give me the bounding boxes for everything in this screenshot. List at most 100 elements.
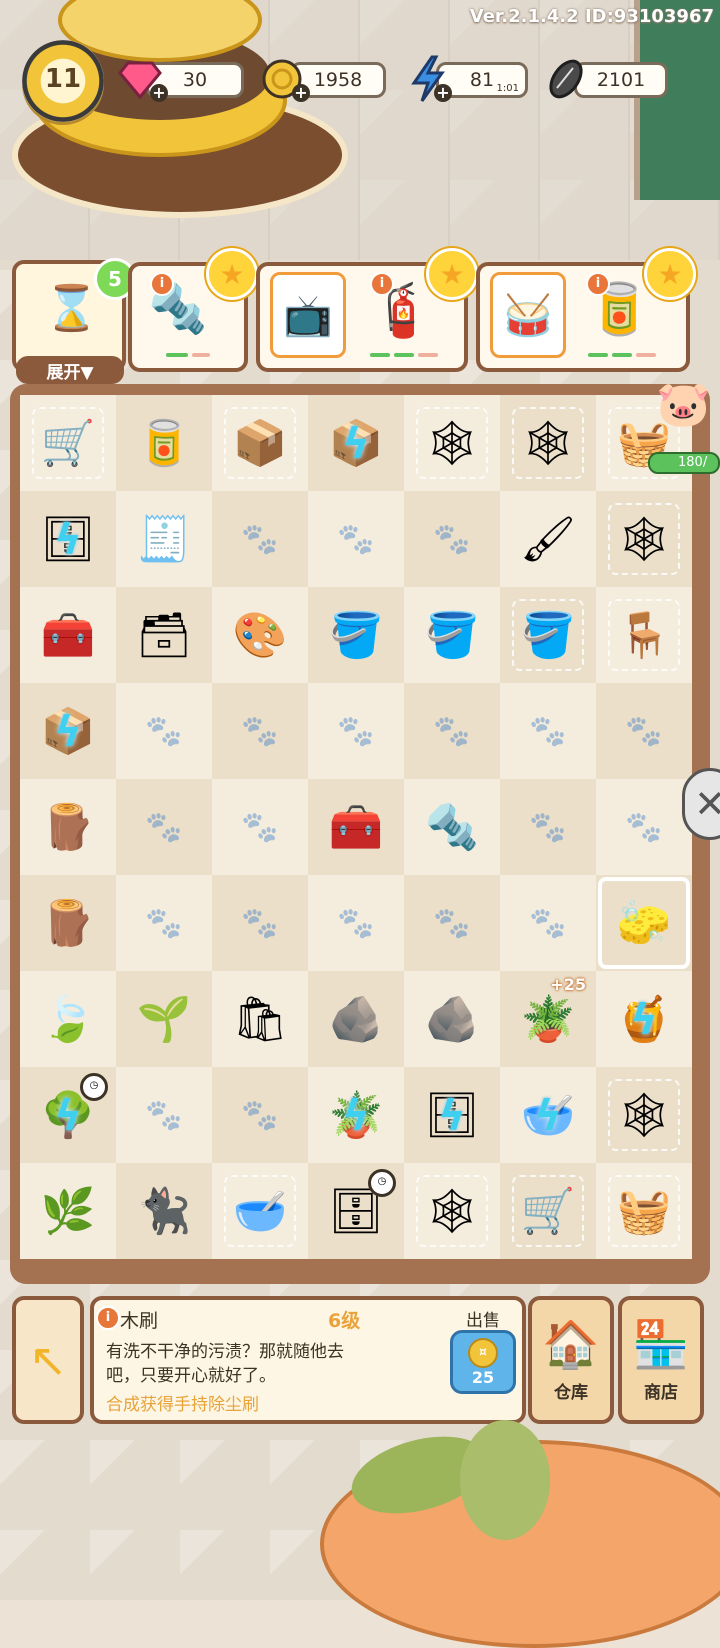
back-arrow-button[interactable]: ↖ — [12, 1296, 84, 1424]
board-cell[interactable]: 🐾 — [404, 491, 500, 587]
cobweb-overlay — [512, 407, 584, 479]
board-cell[interactable]: 🐾 — [212, 491, 308, 587]
add-energy-icon[interactable]: + — [434, 84, 452, 102]
coins-value: 1958 — [313, 69, 363, 91]
board-cell[interactable]: 🐾 — [308, 683, 404, 779]
board-cell[interactable]: 🐾 — [116, 1067, 212, 1163]
plank-icon: 🪵 — [40, 802, 96, 853]
info-icon[interactable]: i — [586, 272, 610, 296]
board-cell[interactable]: 🐈‍⬛ — [116, 1163, 212, 1259]
board-cell[interactable]: 🐾 — [308, 875, 404, 971]
paw-print-icon: 🐾 — [529, 905, 567, 941]
board-cell[interactable]: 🪣 — [308, 587, 404, 683]
board-cell[interactable]: 🍃 — [20, 971, 116, 1067]
version-label: Ver.2.1.4.2 ID:93103967 — [469, 6, 714, 27]
toolbox-icon: 🧰 — [40, 610, 96, 661]
info-icon[interactable]: i — [150, 272, 174, 296]
board-cell[interactable]: 🐾 — [500, 779, 596, 875]
board-cell[interactable]: 🐾 — [116, 875, 212, 971]
board-cell[interactable]: 🔩 — [404, 779, 500, 875]
side-close-icon[interactable]: ✕ — [682, 768, 720, 840]
board-cell[interactable]: 🗄 ϟ — [20, 491, 116, 587]
paw-print-icon: 🐾 — [241, 521, 279, 557]
board-cell[interactable]: 🥣 ϟ — [500, 1067, 596, 1163]
board-cell[interactable]: 🛒 — [500, 1163, 596, 1259]
board-cell[interactable]: 🪣 — [404, 587, 500, 683]
board-cell[interactable]: 🕸 — [596, 1067, 692, 1163]
player-level-badge[interactable]: 11 — [22, 40, 104, 122]
board-cell[interactable]: 🗃 — [116, 587, 212, 683]
board-cell[interactable]: 🪴 +25 — [500, 971, 596, 1067]
board-cell[interactable]: 🌱 — [116, 971, 212, 1067]
board-cell[interactable]: 📦 ϟ — [308, 395, 404, 491]
board-cell[interactable]: 🐾 — [596, 683, 692, 779]
board-cell[interactable]: 🕸 — [404, 1163, 500, 1259]
paw-print-icon: 🐾 — [241, 905, 279, 941]
board-cell[interactable]: 🛍 — [212, 971, 308, 1067]
tray-icon: 🧾 — [136, 514, 192, 565]
board-cell[interactable]: 📦 ϟ — [20, 683, 116, 779]
board-cell[interactable]: 🕸 — [500, 395, 596, 491]
board-cell[interactable]: 🧾 — [116, 491, 212, 587]
board-cell[interactable]: 🐾 — [500, 875, 596, 971]
info-icon[interactable]: i — [370, 272, 394, 296]
board-cell[interactable]: 🧰 — [308, 779, 404, 875]
sell-button[interactable]: ¤ 25 — [450, 1330, 516, 1394]
warehouse-button[interactable]: 🏠 仓库 — [528, 1296, 614, 1424]
board-cell[interactable]: 🪴 ϟ — [308, 1067, 404, 1163]
merge-board: 🛒 🥫 📦 📦 ϟ 🕸 🕸 🧺 🗄 ϟ 🧾 🐾 🐾 🐾 🖌 🕸 🧰 🗃 🎨 🪣 🪣 🪣 🪑 📦 ϟ 🐾 🐾 🐾 🐾 🐾 🐾 🪵 🐾 🐾 🧰 🔩 🐾 🐾 🪵 🐾… — [20, 395, 692, 1260]
board-cell[interactable]: 🪨 — [308, 971, 404, 1067]
board-cell[interactable]: 🧰 — [20, 587, 116, 683]
can-icon: 🥫 — [136, 418, 192, 469]
board-cell[interactable]: 🐾 — [212, 1067, 308, 1163]
board-cell[interactable]: 🌳 ϟ ◷ — [20, 1067, 116, 1163]
item-name: 木刷 — [120, 1310, 159, 1332]
board-cell[interactable]: 🥣 — [212, 1163, 308, 1259]
board-cell[interactable]: 🐾 — [500, 683, 596, 779]
board-cell[interactable]: 🐾 — [212, 875, 308, 971]
leaves-icon: 🍃 — [40, 994, 96, 1045]
board-cell[interactable]: 🥫 — [116, 395, 212, 491]
board-cell[interactable]: 🐾 — [116, 779, 212, 875]
cobweb-overlay — [32, 407, 104, 479]
board-cell[interactable]: 🕸 — [596, 491, 692, 587]
board-cell[interactable]: 🕸 — [404, 395, 500, 491]
expand-orders-button[interactable]: 展开▼ — [16, 356, 124, 384]
board-cell[interactable]: 🪨 — [404, 971, 500, 1067]
board-cell[interactable]: 🧺 — [596, 1163, 692, 1259]
board-cell[interactable]: 🐾 — [308, 491, 404, 587]
board-cell[interactable]: 🐾 — [212, 683, 308, 779]
board-cell[interactable]: 🪵 — [20, 875, 116, 971]
board-cell[interactable]: 🗄 ϟ — [404, 1067, 500, 1163]
board-cell[interactable]: 🐾 — [116, 683, 212, 779]
board-cell[interactable]: 🪣 — [500, 587, 596, 683]
info-icon[interactable]: i — [96, 1306, 120, 1330]
player-level: 11 — [44, 64, 82, 94]
board-cell[interactable]: 🗄 ◷ — [308, 1163, 404, 1259]
board-cell[interactable]: 🐾 — [212, 779, 308, 875]
board-cell[interactable]: 🪑 — [596, 587, 692, 683]
board-cell[interactable]: 🧽 — [596, 875, 692, 971]
star-icon: ★ — [426, 248, 478, 300]
cobweb-overlay — [608, 1175, 680, 1247]
board-cell[interactable]: 📦 — [212, 395, 308, 491]
board-cell[interactable]: 🍯 ϟ — [596, 971, 692, 1067]
board-cell[interactable]: 🐾 — [404, 875, 500, 971]
cobweb-overlay — [608, 503, 680, 575]
energy-bolt-icon: ϟ — [534, 1090, 562, 1140]
paw-print-icon: 🐾 — [145, 1097, 183, 1133]
bucket-icon: 🪣 — [328, 610, 384, 661]
board-cell[interactable]: 🐾 — [404, 683, 500, 779]
piggy-bank-icon[interactable]: 🐷 — [656, 378, 720, 452]
cobweb-overlay — [416, 407, 488, 479]
add-coins-icon[interactable]: + — [292, 84, 310, 102]
board-cell[interactable]: 🎨 — [212, 587, 308, 683]
board-cell[interactable]: 🐾 — [596, 779, 692, 875]
board-cell[interactable]: 🪵 — [20, 779, 116, 875]
shop-button[interactable]: 🏪 商店 — [618, 1296, 704, 1424]
board-cell[interactable]: 🖌 — [500, 491, 596, 587]
board-cell[interactable]: 🛒 — [20, 395, 116, 491]
add-gems-icon[interactable]: + — [150, 84, 168, 102]
board-cell[interactable]: 🌿 — [20, 1163, 116, 1259]
shard2-icon: 🪨 — [424, 994, 480, 1045]
